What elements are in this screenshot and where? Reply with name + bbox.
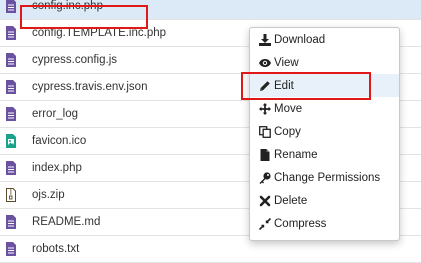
file-name: robots.txt [32, 243, 80, 255]
document-icon [6, 107, 16, 121]
file-name: config.TEMPLATE.inc.php [32, 27, 167, 39]
file-name: config.inc.php [32, 0, 103, 12]
copy-icon [259, 125, 271, 138]
file-name: ojs.zip [32, 189, 65, 201]
document-icon [6, 242, 16, 256]
menu-item-label: Change Permissions [274, 171, 381, 184]
image-file-icon [6, 134, 16, 148]
menu-item-compress[interactable]: Compress [250, 212, 399, 235]
menu-item-rename[interactable]: Rename [250, 143, 399, 166]
file-name: cypress.travis.env.json [32, 81, 148, 93]
file-row-config-inc-php[interactable]: config.inc.php [0, 0, 421, 20]
document-icon [6, 215, 16, 229]
menu-item-move[interactable]: Move [250, 97, 399, 120]
file-name: error_log [32, 108, 79, 120]
menu-item-edit[interactable]: Edit [250, 74, 399, 97]
menu-item-label: Move [274, 102, 303, 115]
menu-item-label: Rename [274, 148, 318, 161]
menu-item-change-permissions[interactable]: Change Permissions [250, 166, 399, 189]
archive-file-icon [6, 188, 16, 202]
document-icon [6, 0, 16, 13]
key-icon [259, 171, 271, 184]
x-icon [259, 195, 271, 207]
file-name: README.md [32, 216, 101, 228]
file-name: index.php [32, 162, 82, 174]
document-icon [6, 161, 16, 175]
pencil-icon [259, 80, 271, 92]
menu-item-delete[interactable]: Delete [250, 189, 399, 212]
menu-item-label: Delete [274, 194, 308, 207]
menu-item-view[interactable]: View [250, 51, 399, 74]
file-name: cypress.config.js [32, 54, 118, 66]
eye-icon [259, 57, 271, 69]
menu-item-label: Compress [274, 217, 327, 230]
document-icon [6, 53, 16, 67]
menu-item-download[interactable]: Download [250, 28, 399, 51]
move-arrows-icon [259, 102, 271, 115]
menu-item-label: View [274, 56, 299, 69]
file-name: favicon.ico [32, 135, 87, 147]
document-icon [6, 26, 16, 40]
menu-item-label: Edit [274, 79, 294, 92]
download-icon [259, 33, 271, 46]
menu-item-label: Download [274, 33, 326, 46]
compress-icon [259, 217, 271, 230]
document-icon [6, 80, 16, 94]
menu-item-label: Copy [274, 125, 301, 138]
menu-item-copy[interactable]: Copy [250, 120, 399, 143]
context-menu: Download View Edit Move Copy Rename Chan… [249, 27, 400, 241]
rename-file-icon [259, 148, 271, 161]
